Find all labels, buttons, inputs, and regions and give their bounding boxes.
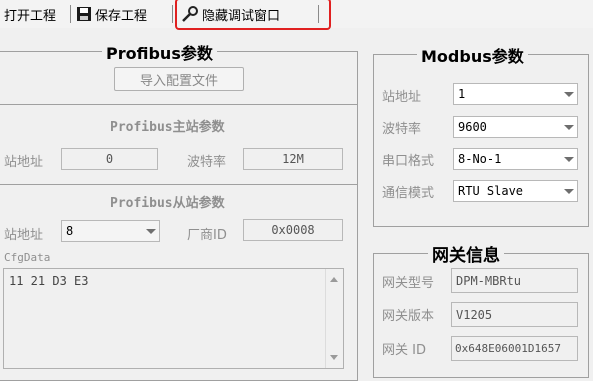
slave-address-select[interactable]: 8 [61,220,160,242]
master-address-field[interactable]: 0 [61,148,158,170]
modbus-address-select[interactable]: 1 [453,83,578,105]
master-section-title: Profibus主站参数 [110,120,225,135]
toolbar-separator [172,5,173,23]
save-project-button[interactable]: 保存工程 [76,3,147,25]
serial-format-value: 8-No-1 [458,152,502,166]
highlight-box [175,0,331,30]
cfgdata-label: CfgData [4,251,51,264]
gateway-model-label: 网关型号 [382,276,435,291]
baud-rate-label: 波特率 [187,155,227,170]
modbus-baud-value: 9600 [458,120,487,134]
divider [0,104,358,105]
comm-mode-value: RTU Slave [458,184,524,198]
baud-rate-field[interactable]: 12M [243,148,343,170]
save-project-label: 保存工程 [95,8,148,24]
chevron-down-icon [146,229,156,234]
slave-address-value: 8 [66,224,74,238]
chevron-down-icon [564,189,574,194]
cfgdata-value: 11 21 D3 E3 [9,274,89,288]
toolbar: 打开工程 保存工程 隐藏调试窗口 [0,0,593,30]
modbus-baud-label: 波特率 [382,122,422,137]
modbus-address-value: 1 [458,87,466,101]
vendor-id-field[interactable]: 0x0008 [243,219,343,241]
gateway-version-field[interactable]: V1205 [451,302,578,327]
serial-format-select[interactable]: 8-No-1 [453,148,578,170]
scroll-down-icon[interactable] [330,355,338,360]
scroll-up-icon[interactable] [330,277,338,282]
modbus-address-label: 站地址 [382,90,422,105]
slave-address-label: 站地址 [4,228,44,243]
open-project-label: 打开工程 [4,8,57,24]
chevron-down-icon [564,157,574,162]
toolbar-separator [70,5,71,23]
modbus-title: Modbus参数 [417,43,528,67]
divider [0,184,358,185]
profibus-title: Profibus参数 [102,40,217,64]
gateway-title: 网关信息 [428,241,504,266]
master-address-label: 站地址 [4,155,44,170]
scrollbar[interactable] [325,269,343,368]
comm-mode-label: 通信模式 [382,186,435,201]
gateway-id-label: 网关 ID [382,343,426,358]
save-icon [77,7,91,21]
cfgdata-textarea[interactable]: 11 21 D3 E3 [3,268,344,369]
gateway-model-field[interactable]: DPM-MBRtu [451,268,578,293]
modbus-baud-select[interactable]: 9600 [453,116,578,138]
gateway-version-label: 网关版本 [382,309,435,324]
vendor-id-label: 厂商ID [187,228,227,243]
chevron-down-icon [564,125,574,130]
gateway-id-field[interactable]: 0x648E06001D1657 [451,336,578,361]
import-config-button[interactable]: 导入配置文件 [114,67,244,91]
open-project-button[interactable]: 打开工程 [4,3,56,25]
serial-format-label: 串口格式 [382,154,435,169]
comm-mode-select[interactable]: RTU Slave [453,180,578,202]
slave-section-title: Profibus从站参数 [110,196,225,211]
chevron-down-icon [564,92,574,97]
